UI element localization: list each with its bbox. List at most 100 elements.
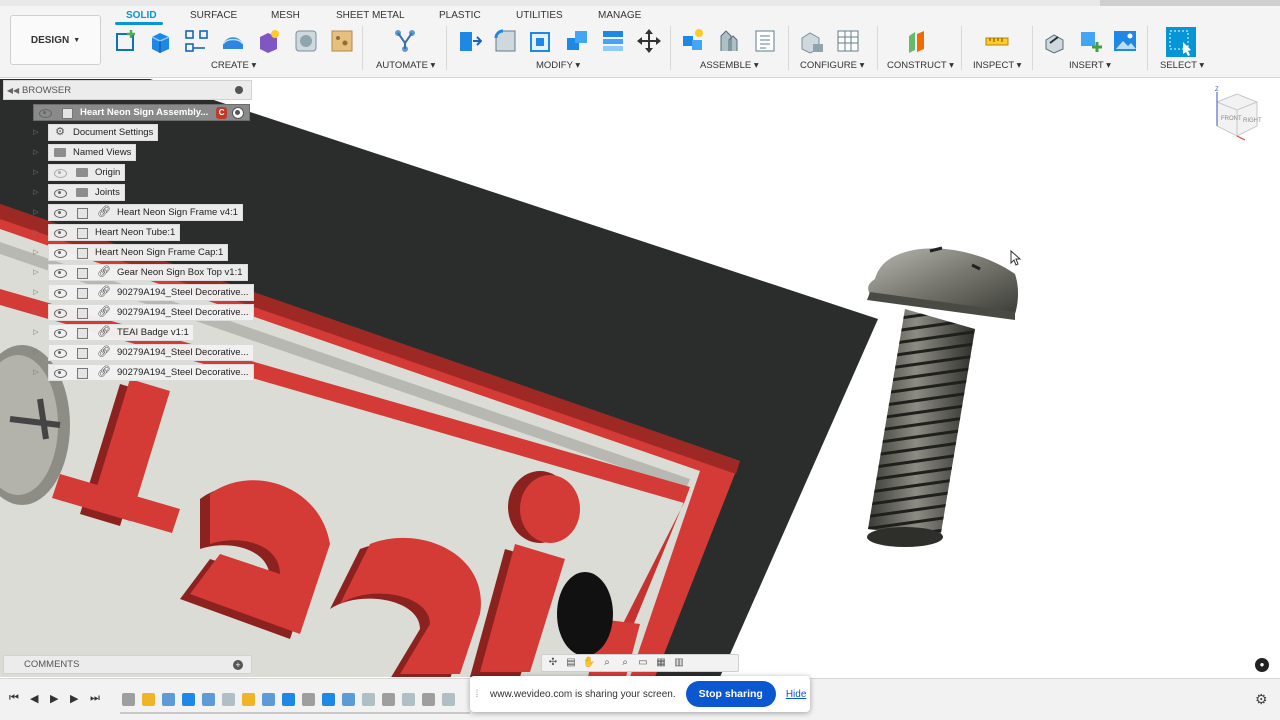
fillet-icon[interactable] [492,28,518,54]
expand-icon[interactable]: ▷ [32,368,40,378]
timeline-feature[interactable] [202,693,215,706]
viewports-icon[interactable]: ▥ [672,657,686,669]
expand-icon[interactable]: ▷ [32,128,40,138]
visibility-eye-icon[interactable] [53,167,67,178]
move-icon[interactable] [636,28,662,54]
group-create[interactable]: CREATE ▾ [211,60,256,71]
tab-surface[interactable]: SURFACE [190,10,237,21]
zoom-icon[interactable]: ⌕ [600,657,614,669]
expand-icon[interactable]: ▷ [32,328,40,338]
timeline-feature[interactable] [262,693,275,706]
form-icon[interactable] [220,28,246,54]
view-cube[interactable]: FRONT RIGHT Z [1205,84,1265,144]
browser-item-named-views[interactable]: Named Views [48,144,137,161]
browser-item-component[interactable]: 🔗︎ Heart Neon Sign Frame v4:1 [48,204,243,221]
expand-icon[interactable]: ▷ [32,268,40,278]
expand-icon[interactable]: ▷ [32,348,40,358]
offset-plane-icon[interactable] [904,28,930,54]
visibility-eye-icon[interactable] [53,287,67,298]
timeline-feature[interactable] [302,693,315,706]
go-to-start-icon[interactable]: ⏮ [9,692,19,705]
tab-plastic[interactable]: PLASTIC [439,10,481,21]
group-modify[interactable]: MODIFY ▾ [536,60,580,71]
browser-item-component[interactable]: 🔗︎ Gear Neon Sign Box Top v1:1 [48,264,248,281]
group-construct[interactable]: CONSTRUCT ▾ [887,60,954,71]
browser-item-document-settings[interactable]: ⚙ Document Settings [48,124,159,141]
browser-root-row[interactable]: Heart Neon Sign Assembly... C [33,104,250,121]
step-back-icon[interactable]: ◀ [30,692,38,705]
tab-mesh[interactable]: MESH [271,10,300,21]
browser-item-component[interactable]: 🔗︎ 90279A194_Steel Decorative... [48,304,254,321]
visibility-eye-icon[interactable] [53,307,67,318]
decal-icon[interactable] [293,28,319,54]
timeline-feature[interactable] [122,693,135,706]
bill-of-materials-icon[interactable] [752,28,778,54]
timeline-feature[interactable] [442,693,455,706]
visibility-eye-icon[interactable] [53,327,67,338]
visibility-eye-icon[interactable] [53,247,67,258]
extrude-icon[interactable] [148,28,174,54]
hide-link[interactable]: Hide [786,689,807,700]
box-primitive-icon[interactable] [256,28,282,54]
visibility-eye-icon[interactable] [53,347,67,358]
expand-icon[interactable]: ▷ [32,168,40,178]
timeline-feature[interactable] [342,693,355,706]
automate-icon[interactable] [392,28,418,54]
timeline-feature[interactable] [382,693,395,706]
combine-icon[interactable] [564,28,590,54]
gear-icon[interactable]: ⚙ [1255,691,1268,708]
browser-item-component[interactable]: Heart Neon Tube:1 [48,224,181,241]
visibility-eye-icon[interactable] [38,107,52,118]
shell-icon[interactable] [528,28,554,54]
add-comment-icon[interactable]: + [233,660,243,670]
tab-manage[interactable]: MANAGE [598,10,641,21]
chat-icon[interactable]: ● [1255,658,1269,672]
configuration-table-icon[interactable] [835,28,861,54]
offset-face-icon[interactable] [600,28,626,54]
step-forward-icon[interactable]: ▶ [70,692,78,705]
group-configure[interactable]: CONFIGURE ▾ [800,60,864,71]
orbit-icon[interactable]: ✣ [546,657,560,669]
pan-hand-icon[interactable]: ✋ [582,657,596,669]
workspace-switcher-button[interactable]: DESIGN ▼ [10,15,101,65]
tab-solid[interactable]: SOLID [126,10,157,21]
browser-item-component[interactable]: 🔗︎ 90279A194_Steel Decorative... [48,284,254,301]
visibility-eye-icon[interactable] [53,207,67,218]
create-sketch-icon[interactable] [114,28,140,54]
browser-item-origin[interactable]: Origin [48,164,126,181]
group-assemble[interactable]: ASSEMBLE ▾ [700,60,759,71]
insert-derive-icon[interactable] [1042,28,1068,54]
timeline-feature[interactable] [242,693,255,706]
browser-header[interactable]: ◀◀ BROWSER [3,80,252,100]
timeline-feature[interactable] [362,693,375,706]
expand-icon[interactable]: ▷ [32,188,40,198]
look-at-icon[interactable]: ▤ [564,657,578,669]
timeline-feature[interactable] [222,693,235,706]
grid-settings-icon[interactable]: ▦ [654,657,668,669]
play-icon[interactable]: ▶ [50,692,58,705]
minimize-icon[interactable] [235,86,243,94]
group-select[interactable]: SELECT ▾ [1160,60,1204,71]
pattern-icon[interactable] [184,28,210,54]
timeline-feature[interactable] [162,693,175,706]
go-to-end-icon[interactable]: ⏭ [90,692,100,705]
expand-icon[interactable]: ▷ [32,208,40,218]
group-inspect[interactable]: INSPECT ▾ [973,60,1021,71]
drag-handle-icon[interactable]: ⁞ [470,689,484,700]
measure-icon[interactable] [984,28,1010,54]
browser-item-component[interactable]: 🔗︎ 90279A194_Steel Decorative... [48,364,254,381]
visibility-eye-icon[interactable] [53,227,67,238]
expand-icon[interactable]: ▷ [32,308,40,318]
canvas-image-icon[interactable] [329,28,355,54]
group-insert[interactable]: INSERT ▾ [1069,60,1111,71]
timeline-feature[interactable] [182,693,195,706]
tab-utilities[interactable]: UTILITIES [516,10,563,21]
joint-icon[interactable] [716,28,742,54]
timeline-feature[interactable] [322,693,335,706]
timeline-feature[interactable] [142,693,155,706]
timeline-feature[interactable] [282,693,295,706]
browser-item-component[interactable]: 🔗︎ 90279A194_Steel Decorative... [48,344,254,361]
comments-panel-header[interactable]: COMMENTS + [3,655,252,674]
collapse-arrows-icon[interactable]: ◀◀ [4,86,22,95]
activate-radio-icon[interactable] [231,107,245,119]
